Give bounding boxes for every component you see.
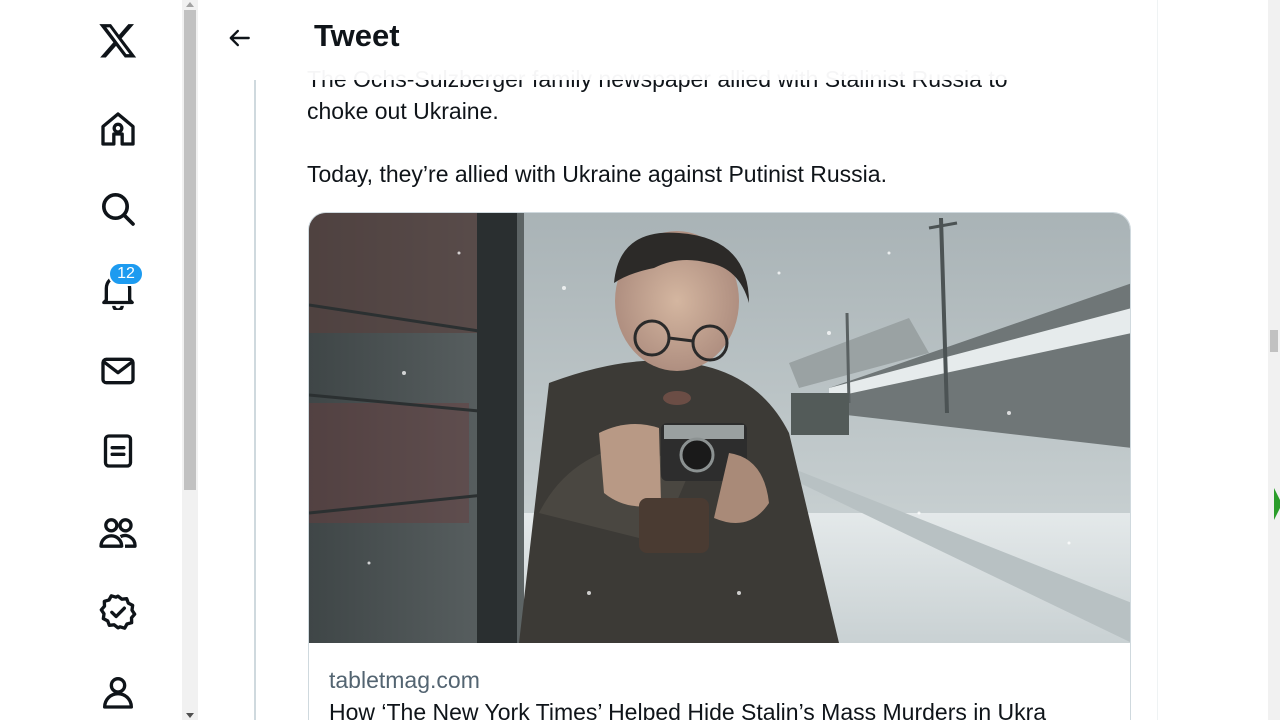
nav-messages[interactable] [96,349,140,393]
nav-verified[interactable] [96,590,140,634]
notification-badge: 12 [108,262,144,286]
nav-communities[interactable] [96,510,140,554]
scrollbar-thumb[interactable] [184,10,196,490]
page-scrollbar-thumb[interactable] [1270,330,1278,352]
thread-line [254,80,256,720]
scroll-up-arrow[interactable] [186,2,194,7]
card-domain[interactable]: tabletmag.com [329,667,480,694]
search-icon [102,193,135,226]
x-logo-icon [99,24,137,58]
sidebar-scrollbar[interactable] [182,0,198,720]
verified-icon [99,594,137,630]
sidebar-nav: 12 [0,0,182,720]
nav-home[interactable] [96,107,140,151]
page-scrollbar[interactable] [1268,0,1280,720]
photo-of-man-with-camera-in-snowy-street [309,213,1130,643]
main-column: Tweet The Ochs-Sulzberger family newspap… [198,0,1158,720]
x-logo[interactable] [96,18,140,62]
scroll-down-arrow[interactable] [186,713,194,718]
arrow-left-icon [229,29,250,47]
link-card[interactable]: tabletmag.com How ‘The New York Times’ H… [308,212,1131,720]
nav-lists[interactable] [96,429,140,473]
home-icon [101,112,135,146]
people-icon [99,518,137,548]
list-icon [103,434,133,468]
profile-icon [103,677,133,709]
card-image[interactable] [309,213,1130,643]
tweet-text-line-1: choke out Ukraine. [307,98,499,124]
side-panel-tab[interactable] [1274,488,1280,520]
back-button[interactable] [220,18,260,58]
page-header: Tweet [198,0,1157,80]
card-title[interactable]: How ‘The New York Times’ Helped Hide Sta… [329,699,1046,720]
nav-profile[interactable] [96,670,140,714]
tweet-text-line-2: Today, they’re allied with Ukraine again… [307,161,887,187]
mail-icon [101,357,135,385]
page-title: Tweet [314,18,400,53]
nav-explore[interactable] [96,187,140,231]
